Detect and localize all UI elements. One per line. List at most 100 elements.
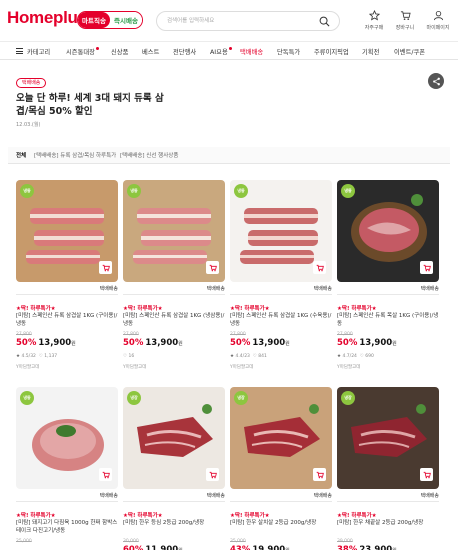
sale-price: 13,900 <box>252 338 286 348</box>
like-icon: ♡ <box>38 354 43 359</box>
add-to-cart-button[interactable] <box>420 261 433 274</box>
delivery-type: 택배배송 <box>16 491 118 502</box>
subtab-fresh[interactable]: [택배배송] 신선 행사상품 <box>120 151 178 159</box>
currency-unit: 원 <box>178 341 183 347</box>
cart-icon <box>102 264 110 271</box>
storage-badge: 냉장 <box>127 391 141 405</box>
original-price: 35,000 <box>230 539 246 544</box>
product-name[interactable]: [미탐] 한우 살치살 2등급 200g/냉장 <box>230 519 332 527</box>
product-image[interactable]: 냉장 <box>230 387 332 489</box>
original-price: 27,800 <box>337 332 353 337</box>
original-price: 39,000 <box>337 539 353 544</box>
product-name[interactable]: [미탐] 한우 채끝살 2등급 200g/냉장 <box>337 519 439 527</box>
product-name[interactable]: [미탐] 스페인산 듀록 목살 1KG (구이용)/냉동 <box>337 312 439 328</box>
nav-event[interactable]: 이벤트/쿠폰 <box>394 47 425 56</box>
price-row: 50% 13,900원 <box>230 338 290 348</box>
like-icon: ♡ <box>252 354 257 359</box>
rating-star-icon: ★ <box>337 354 342 359</box>
nav-parcel[interactable]: 택배배송 <box>240 47 263 56</box>
seller-name: Y마담팔고데 <box>123 365 147 370</box>
nav-exclusive[interactable]: 단독특가 <box>277 47 300 56</box>
search-bar <box>156 11 340 31</box>
sale-price: 19,900 <box>252 545 286 550</box>
cart-button[interactable]: 장바구니 <box>391 10 419 31</box>
review-count: 23 <box>244 354 250 359</box>
tab-mart-delivery[interactable]: 마트직송 <box>78 12 110 28</box>
new-dot <box>228 47 232 50</box>
delivery-mode-tabs: 마트직송 즉시배송 <box>77 11 143 29</box>
storage-badge: 냉동 <box>234 184 248 198</box>
search-icon[interactable] <box>319 16 330 27</box>
product-image[interactable]: 냉동 <box>16 180 118 282</box>
promo-label: ★딱! 하루특가★ <box>230 513 270 519</box>
seller-name: Y마담팔고데 <box>337 365 361 370</box>
nav-new[interactable]: 신상품 <box>111 47 128 56</box>
mypage-button[interactable]: 마이페이지 <box>424 10 452 31</box>
subtab-all[interactable]: 전체 <box>16 151 26 159</box>
nav-category[interactable]: 카테고리 <box>27 47 50 56</box>
storage-badge: 냉동 <box>127 184 141 198</box>
cart-icon <box>209 471 217 478</box>
menu-icon[interactable] <box>16 48 23 54</box>
discount-rate: 60% <box>123 545 144 550</box>
nav-season[interactable]: 시즌통대장 <box>66 47 99 56</box>
product-name[interactable]: [미탐] 스페인산 듀록 삼겹살 1KG (구이용)/냉동 <box>16 312 118 328</box>
seller-name: Y마담팔고데 <box>16 365 40 370</box>
like-icon: ♡ <box>359 354 364 359</box>
price-row: 60%11,900원 <box>123 545 183 550</box>
add-to-cart-button[interactable] <box>313 468 326 481</box>
product-image[interactable]: 냉동 <box>123 180 225 282</box>
original-price: 25,000 <box>16 539 32 544</box>
like-icon: ♡ <box>123 354 128 359</box>
delivery-type: 택배배송 <box>16 284 118 295</box>
cart-icon <box>423 264 431 271</box>
original-price: 27,800 <box>230 332 246 337</box>
add-to-cart-button[interactable] <box>99 261 112 274</box>
storage-badge: 냉장 <box>341 391 355 405</box>
price-row: 38%23,900원 <box>337 545 397 550</box>
product-image[interactable]: 냉동 <box>230 180 332 282</box>
homeplus-logo[interactable]: Homeplus <box>7 8 87 28</box>
product-name[interactable]: [미탐] 스페인산 듀록 삼겹살 1KG (냉삼용)/냉동 <box>123 312 225 328</box>
add-to-cart-button[interactable] <box>206 468 219 481</box>
product-name[interactable]: [미탐] 스페인산 듀록 삼겹살 1KG (수육용)/냉동 <box>230 312 332 328</box>
cart-icon <box>423 471 431 478</box>
promo-label: ★딱! 하루특가★ <box>123 513 163 519</box>
discount-rate: 38% <box>337 545 358 550</box>
subtab-duroc[interactable]: [택배배송] 듀록 삼겹/목심 하루특가 <box>34 151 116 159</box>
price-row: 50% 13,900원 <box>337 338 397 348</box>
product-name[interactable]: [미탐] 돼지고기 다짐육 1000g 한쩌 함박스테이크 다진고기/냉동 <box>16 519 118 535</box>
product-image[interactable]: 냉동 <box>16 387 118 489</box>
add-to-cart-button[interactable] <box>420 468 433 481</box>
nav-ai[interactable]: AI요용 <box>210 47 232 56</box>
product-image[interactable]: 냉장 <box>123 387 225 489</box>
nav-ai-label: AI요용 <box>210 49 228 56</box>
event-badge: 택배배송 <box>16 78 47 88</box>
star-icon <box>368 10 380 21</box>
product-image[interactable]: 냉동 <box>337 180 439 282</box>
product-image[interactable]: 냉장 <box>337 387 439 489</box>
promo-label: ★딱! 하루특가★ <box>123 306 163 312</box>
add-to-cart-button[interactable] <box>313 261 326 274</box>
nav-best[interactable]: 베스트 <box>142 47 159 56</box>
product-meta: ♡ 16 <box>123 354 134 359</box>
tab-instant-delivery[interactable]: 즉시배송 <box>110 12 142 28</box>
share-button[interactable] <box>428 73 444 89</box>
delivery-type: 택배배송 <box>123 491 225 502</box>
add-to-cart-button[interactable] <box>99 468 112 481</box>
original-price: 27,800 <box>16 332 32 337</box>
promo-label: ★딱! 하루특가★ <box>337 513 377 519</box>
rating: 4.4 <box>235 354 243 359</box>
nav-planning[interactable]: 기획전 <box>362 47 379 56</box>
delivery-type: 택배배송 <box>230 491 332 502</box>
add-to-cart-button[interactable] <box>206 261 219 274</box>
favorite-buy-button[interactable]: 자주구매 <box>360 10 388 31</box>
search-input[interactable] <box>167 12 317 30</box>
currency-unit: 원 <box>71 341 76 347</box>
event-subtabs: 전체 [택배배송] 듀록 삼겹/목심 하루특가 [택배배송] 신선 행사상품 <box>8 147 450 164</box>
product-meta: ★ 4.5/32 ♡ 1,137 <box>16 354 58 359</box>
nav-flyer[interactable]: 전단행사 <box>173 47 196 56</box>
nav-liquor[interactable]: 주류이지픽업 <box>314 47 349 56</box>
product-name[interactable]: [미탐] 한우 등심 2등급 200g/냉장 <box>123 519 225 527</box>
main-nav: 카테고리 시즌통대장 신상품 베스트 전단행사 AI요용 택배배송 단독특가 주… <box>0 41 458 60</box>
